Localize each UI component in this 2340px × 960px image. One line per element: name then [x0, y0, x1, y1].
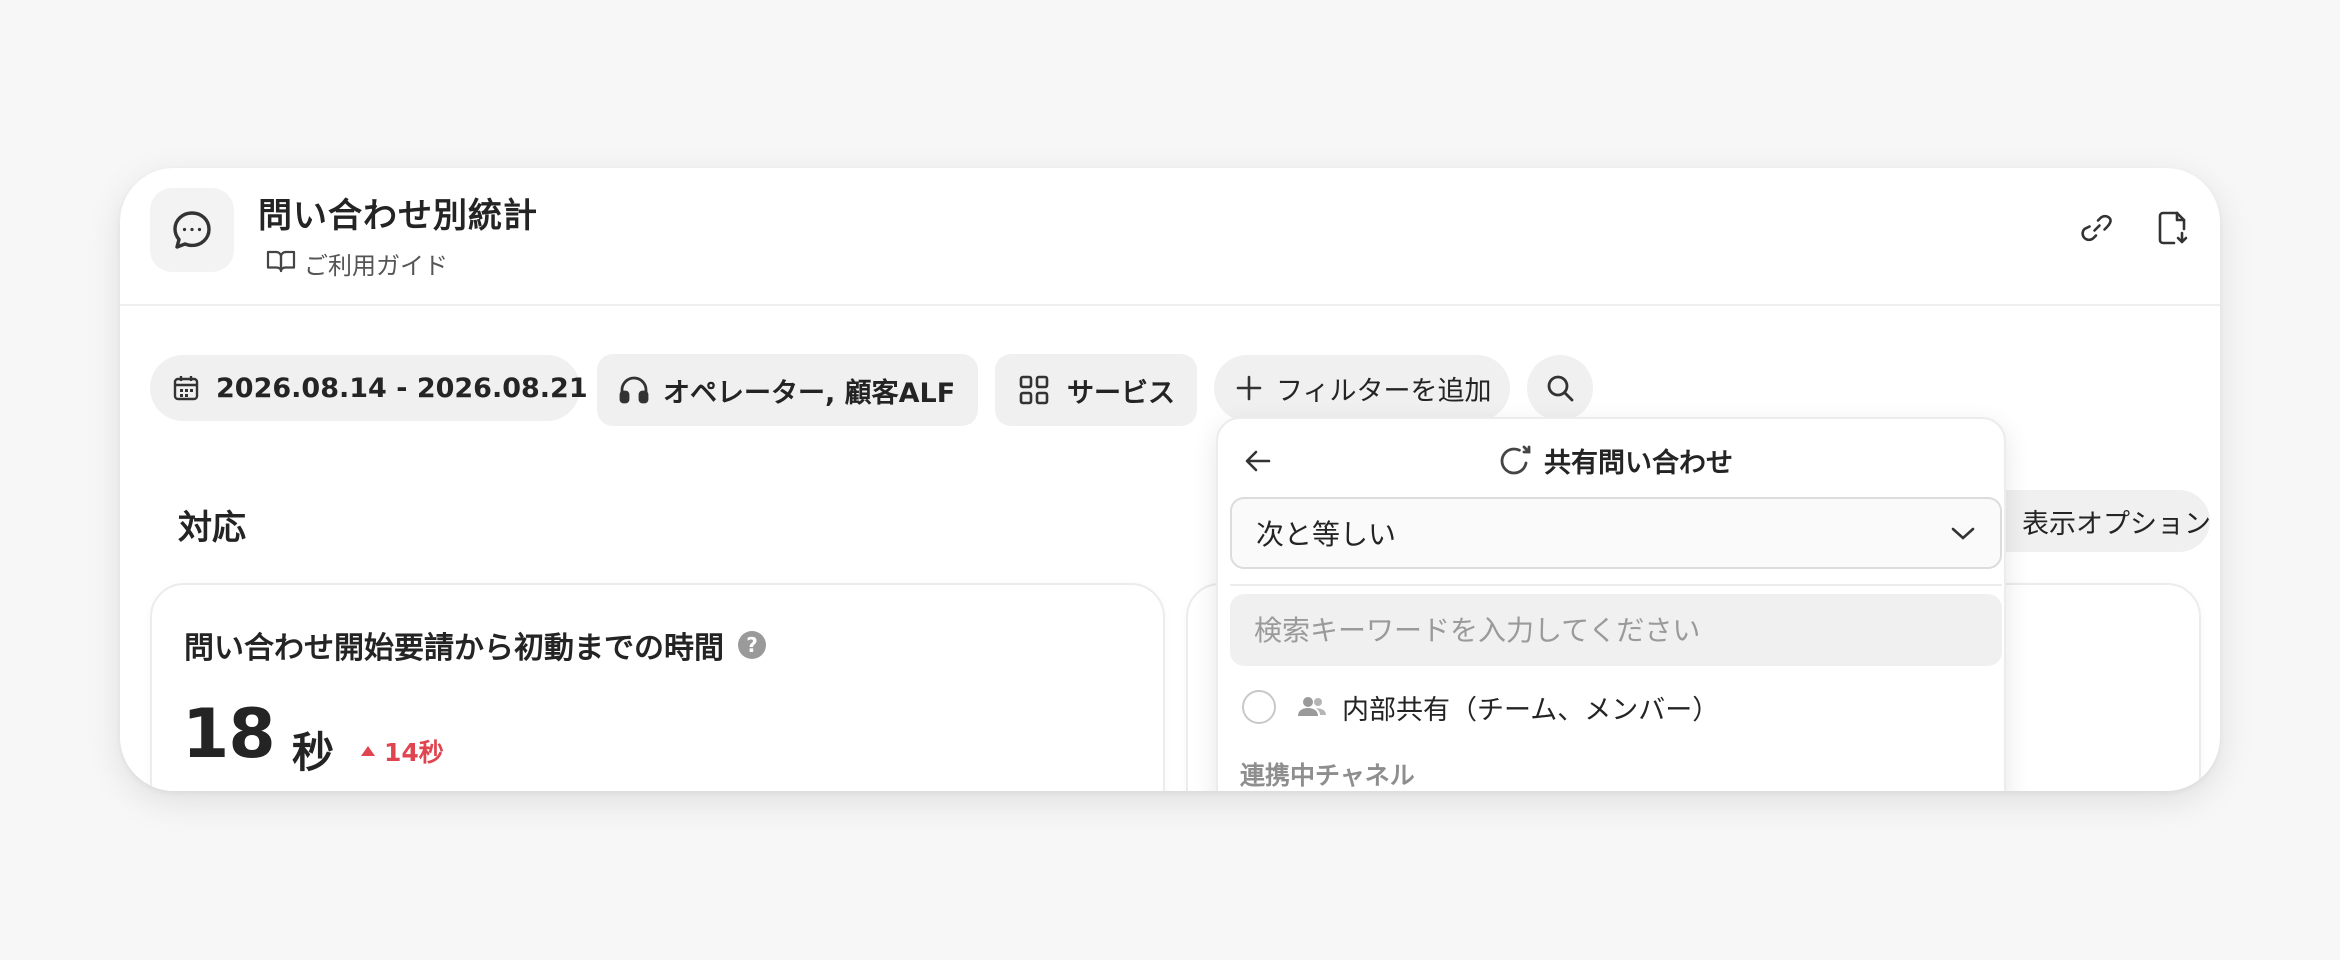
add-filter-button[interactable]: フィルターを追加 [1214, 355, 1510, 421]
export-file-button[interactable] [2149, 206, 2197, 254]
display-options-label: 表示オプション [2022, 508, 2210, 540]
metric-value: 18 [182, 695, 276, 774]
option-checkbox[interactable] [1242, 690, 1276, 724]
add-filter-label: フィルターを追加 [1276, 375, 1492, 407]
chevron-down-icon [1950, 525, 1976, 541]
service-filter-label: サービス [1067, 377, 1175, 409]
condition-value: 次と等しい [1256, 518, 1397, 551]
date-range-label: 2026.08.14 - 2026.08.21 [216, 372, 588, 404]
file-download-icon [2157, 211, 2189, 249]
dropdown-title: 共有問い合わせ [1498, 441, 1733, 480]
link-icon [2081, 212, 2113, 248]
back-button[interactable] [1236, 439, 1280, 483]
filter-dropdown: 共有問い合わせ 次と等しい 内部共有（チーム、メンバー） 連携中チャネル [1216, 417, 2006, 791]
search-icon [1545, 373, 1575, 403]
service-filter[interactable]: サービス [995, 354, 1197, 426]
date-range-filter[interactable]: 2026.08.14 - 2026.08.21 [150, 355, 624, 421]
headset-icon [617, 373, 651, 407]
metric-title-label: 問い合わせ開始要請から初動までの時間 [184, 631, 724, 666]
operator-filter[interactable]: オペレーター, 顧客ALF [597, 354, 978, 426]
grid-icon [1019, 375, 1049, 405]
operator-filter-label: オペレーター, 顧客ALF [663, 377, 956, 409]
page-title: 問い合わせ別統計 [258, 196, 538, 236]
book-icon [266, 248, 296, 280]
plus-icon [1236, 375, 1262, 401]
condition-select[interactable]: 次と等しい [1230, 497, 2002, 569]
triangle-up-icon [360, 745, 376, 757]
statistics-window: 問い合わせ別統計 ご利用ガイド 2026.08.14 - 2026.08.21 … [120, 168, 2220, 791]
guide-label: ご利用ガイド [304, 252, 448, 280]
calendar-icon [172, 374, 200, 402]
page-header: 問い合わせ別統計 ご利用ガイド [120, 168, 2220, 306]
chat-bubble-icon [150, 188, 234, 272]
arrow-left-icon [1244, 449, 1272, 473]
option-internal-share[interactable]: 内部共有（チーム、メンバー） [1242, 687, 1719, 727]
divider [1230, 584, 2002, 586]
metric-delta-value: 14秒 [384, 738, 444, 767]
help-icon[interactable]: ? [738, 631, 766, 659]
shared-refresh-icon [1498, 443, 1534, 479]
section-title: 対応 [178, 508, 246, 548]
guide-link[interactable]: ご利用ガイド [266, 246, 448, 281]
copy-link-button[interactable] [2073, 206, 2121, 254]
metric-delta: 14秒 [360, 733, 444, 769]
users-icon [1296, 694, 1328, 720]
metric-unit: 秒 [292, 728, 335, 777]
metric-title: 問い合わせ開始要請から初動までの時間 ? [184, 623, 766, 667]
metric-card: 問い合わせ開始要請から初動までの時間 ? 18 秒 14秒 [150, 583, 1165, 791]
option-label: 内部共有（チーム、メンバー） [1342, 694, 1720, 726]
group-label: 連携中チャネル [1240, 761, 1415, 790]
search-input[interactable] [1230, 594, 2002, 666]
dropdown-title-label: 共有問い合わせ [1544, 448, 1733, 479]
search-button[interactable] [1527, 355, 1593, 421]
